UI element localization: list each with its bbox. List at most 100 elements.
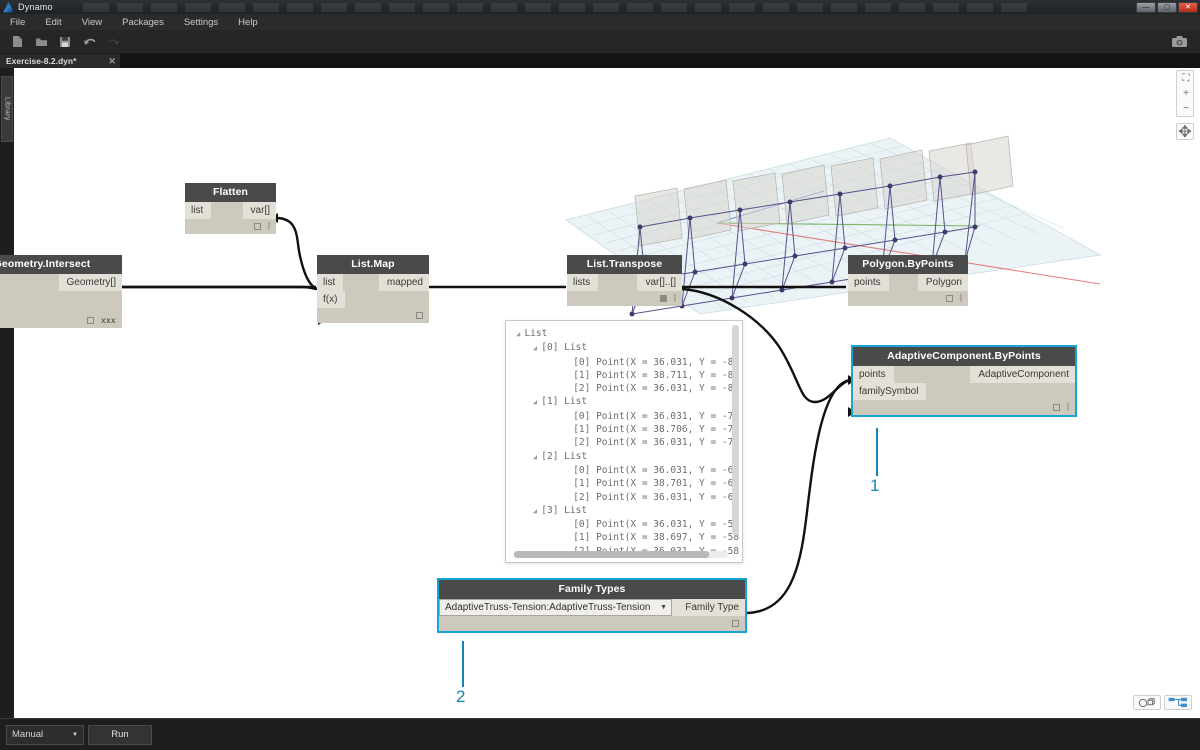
port-gap: [345, 291, 429, 308]
workspace-tab-close-icon[interactable]: ✕: [108, 56, 116, 67]
menu-item-help[interactable]: Help: [228, 14, 268, 30]
list-preview-line-text: [0] Point(X = 36.031, Y = -79: [516, 410, 740, 422]
minimize-button[interactable]: —: [1136, 1, 1156, 13]
output-port-adaptivecomponent[interactable]: AdaptiveComponent: [970, 366, 1075, 383]
node-lacing-label[interactable]: |: [1067, 403, 1069, 411]
port-gap: [0, 274, 59, 291]
list-preview-horizontal-scrollbar[interactable]: [514, 551, 709, 558]
callout-2: 2: [452, 641, 492, 711]
geometry-view-toggle[interactable]: [1133, 695, 1161, 710]
zoom-to-fit-icon[interactable]: ⛶: [1177, 71, 1195, 86]
menu-item-edit[interactable]: Edit: [35, 14, 71, 30]
node-family-types[interactable]: Family Types AdaptiveTruss-Tension:Adapt…: [437, 578, 747, 633]
node-lacing-label[interactable]: xxx: [101, 316, 116, 325]
zoom-in-icon[interactable]: +: [1177, 86, 1195, 101]
redo-icon: [102, 32, 124, 52]
input-port-points[interactable]: points: [853, 366, 894, 383]
node-list-map[interactable]: List.Map list mapped f(x): [317, 255, 429, 323]
list-preview-line-text: [0] Point(X = 36.031, Y = -68: [516, 464, 740, 476]
port-row: f(x): [317, 291, 429, 308]
camera-icon[interactable]: [1168, 32, 1190, 52]
node-title: List.Transpose: [567, 255, 682, 274]
expand-triangle-icon[interactable]: ◢: [516, 398, 541, 406]
list-preview-vertical-scrollbar[interactable]: [732, 325, 739, 535]
zoom-out-icon[interactable]: −: [1177, 101, 1195, 116]
node-lacing-label[interactable]: |: [268, 222, 270, 230]
workspace-tab[interactable]: Exercise-8.2.dyn* ✕: [0, 54, 120, 68]
port-row: list var[]: [185, 202, 276, 219]
input-port-list[interactable]: list: [317, 274, 344, 291]
node-adaptivecomponent-bypoints[interactable]: AdaptiveComponent.ByPoints points Adapti…: [851, 345, 1077, 417]
node-preview-checkbox[interactable]: [416, 311, 423, 319]
node-preview-checkbox[interactable]: [659, 294, 667, 302]
graph-view-toggle[interactable]: [1164, 695, 1192, 710]
node-footer: [317, 308, 429, 323]
family-type-dropdown[interactable]: AdaptiveTruss-Tension:AdaptiveTruss-Tens…: [439, 599, 672, 616]
node-footer: |: [848, 291, 968, 306]
output-port-mapped[interactable]: mapped: [378, 274, 429, 291]
node-footer: [439, 616, 745, 631]
run-button[interactable]: Run: [88, 724, 152, 745]
menu-item-settings[interactable]: Settings: [174, 14, 228, 30]
new-file-icon[interactable]: [6, 32, 28, 52]
menu-item-packages[interactable]: Packages: [112, 14, 174, 30]
list-preview-panel[interactable]: ◢ List ◢ [0] List [0] Point(X = 36.031, …: [505, 320, 743, 563]
output-port-family-type[interactable]: Family Type: [672, 599, 745, 616]
run-mode-dropdown[interactable]: Manual ▼: [6, 724, 84, 745]
viewport-navigation-controls: ⛶ + − ✥: [1176, 70, 1194, 141]
toolbar: [0, 30, 1200, 54]
viewport-zoom-group: ⛶ + −: [1176, 70, 1194, 117]
open-folder-icon[interactable]: [30, 32, 52, 52]
adaptive-component-panels: [634, 135, 1014, 247]
close-button[interactable]: ✕: [1178, 1, 1198, 13]
node-title: AdaptiveComponent.ByPoints: [853, 347, 1075, 366]
maximize-button[interactable]: ▢: [1157, 1, 1177, 13]
output-port-var-nested[interactable]: var[]..[]: [637, 274, 682, 291]
list-preview-line-text: [1] Point(X = 38.706, Y = -79: [516, 424, 740, 436]
run-mode-value: Manual: [12, 729, 44, 740]
node-lacing-label[interactable]: |: [960, 294, 962, 302]
menu-item-view[interactable]: View: [72, 14, 112, 30]
node-geometry-intersect[interactable]: Geometry.Intersect etry Geometry[] xxx: [0, 255, 122, 328]
input-port-lists[interactable]: lists: [567, 274, 599, 291]
node-preview-checkbox[interactable]: [253, 222, 261, 230]
list-preview-line: [1] Point(X = 38.697, Y = -58: [516, 531, 742, 544]
node-preview-checkbox[interactable]: [1052, 403, 1060, 411]
expand-triangle-icon[interactable]: ◢: [516, 507, 541, 515]
undo-icon[interactable]: [78, 32, 100, 52]
input-port-fx[interactable]: f(x): [317, 291, 346, 308]
port-row: etry Geometry[]: [0, 274, 122, 291]
node-preview-checkbox[interactable]: [87, 316, 95, 324]
node-polygon-bypoints[interactable]: Polygon.ByPoints points Polygon |: [848, 255, 968, 306]
save-icon[interactable]: [54, 32, 76, 52]
node-lacing-label[interactable]: |: [674, 294, 676, 302]
node-body: list var[] |: [185, 202, 276, 234]
node-body: list mapped f(x): [317, 274, 429, 323]
input-port-points[interactable]: points: [848, 274, 889, 291]
node-filler: [0, 291, 122, 313]
list-preview-line-text: [1] Point(X = 38.697, Y = -58: [516, 532, 740, 544]
output-port-polygon[interactable]: Polygon: [917, 274, 968, 291]
node-flatten[interactable]: Flatten list var[] |: [185, 183, 276, 234]
node-body: points Polygon |: [848, 274, 968, 306]
list-preview-line: [1] Point(X = 38.706, Y = -79: [516, 423, 742, 436]
output-port-var[interactable]: var[]: [242, 202, 276, 219]
node-preview-checkbox[interactable]: [732, 619, 739, 627]
node-list-transpose[interactable]: List.Transpose lists var[]..[] |: [567, 255, 682, 306]
node-preview-checkbox[interactable]: [945, 294, 953, 302]
output-port-geometry-array[interactable]: Geometry[]: [58, 274, 122, 291]
library-toggle-button[interactable]: Library: [1, 76, 13, 142]
pan-icon[interactable]: ✥: [1176, 123, 1194, 141]
list-preview-line: [0] Point(X = 36.031, Y = -58: [516, 518, 742, 531]
expand-triangle-icon[interactable]: ◢: [516, 453, 541, 461]
input-port-familysymbol[interactable]: familySymbol: [853, 383, 927, 400]
menu-item-file[interactable]: File: [0, 14, 35, 30]
list-preview-line-text: [1] Point(X = 38.701, Y = -68: [516, 478, 740, 490]
list-preview-line: ◢ [2] List: [516, 450, 742, 464]
list-preview-content: ◢ List ◢ [0] List [0] Point(X = 36.031, …: [506, 321, 742, 558]
input-port-list[interactable]: list: [185, 202, 212, 219]
expand-triangle-icon[interactable]: ◢: [516, 344, 541, 352]
graph-canvas[interactable]: Library ⛶ + − ✥ Geometry.Intersect etry …: [0, 68, 1200, 718]
node-footer: |: [567, 291, 682, 306]
list-preview-line-text: [0] Point(X = 36.031, Y = -58: [516, 519, 740, 531]
